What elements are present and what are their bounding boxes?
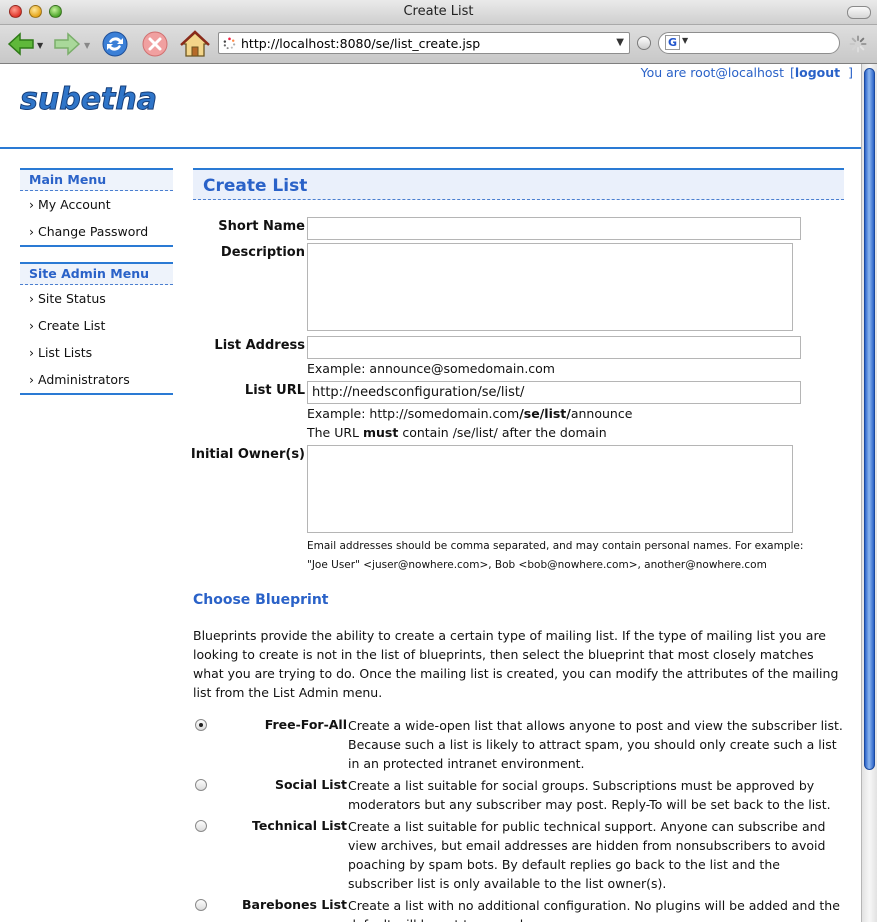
short-name-label: Short Name	[218, 219, 305, 234]
browser-toolbar: ▼ ▼ http://localhost:8080/se/list_create…	[0, 25, 877, 64]
list-url-input[interactable]	[307, 381, 801, 404]
logout-link[interactable]: logout	[795, 65, 840, 80]
change-password-link[interactable]: Change Password	[38, 224, 148, 239]
blueprint-name-free-for-all[interactable]: Free-For-All	[200, 717, 347, 732]
short-name-input[interactable]	[307, 217, 801, 240]
bracket-close: ]	[848, 65, 853, 80]
blueprint-desc-free-for-all: Create a wide-open list that allows anyo…	[348, 718, 843, 771]
loading-spinner-icon	[223, 37, 236, 50]
list-url-example-prefix: Example: http://somedomain.com	[307, 406, 520, 421]
menu-item-create-list[interactable]: › Create List	[20, 312, 173, 339]
back-arrow-icon	[7, 32, 34, 56]
list-address-label: List Address	[214, 338, 305, 353]
choose-blueprint-heading: Choose Blueprint	[193, 592, 329, 608]
blueprint-desc-social-list: Create a list suitable for social groups…	[348, 778, 831, 812]
owners-hint-line-2: "Joe User" <juser@nowhere.com>, Bob <bob…	[307, 559, 767, 571]
blueprint-name-barebones-list[interactable]: Barebones List	[200, 897, 347, 912]
throbber-icon	[849, 35, 867, 53]
blueprint-desc-barebones-list: Create a list with no additional configu…	[348, 898, 840, 922]
reload-button[interactable]	[100, 29, 130, 59]
url-history-dropdown-icon[interactable]: ▼	[616, 37, 624, 48]
window-title: Create List	[403, 4, 474, 19]
page-content: subetha You are root@localhost [logout ]…	[0, 64, 861, 922]
list-url-label: List URL	[244, 383, 305, 398]
blueprint-name-technical-list[interactable]: Technical List	[200, 818, 347, 833]
forward-button[interactable]	[52, 29, 82, 59]
search-bar[interactable]: G ▼	[658, 32, 840, 54]
forward-history-dropdown-icon[interactable]: ▼	[84, 41, 90, 50]
logged-in-user-text: You are root@localhost	[640, 65, 784, 80]
list-lists-link[interactable]: List Lists	[38, 345, 92, 360]
vertical-scrollbar[interactable]	[861, 64, 877, 922]
reload-icon	[102, 31, 128, 57]
list-url-rule: The URL must contain /se/list/ after the…	[307, 425, 607, 440]
description-label: Description	[220, 245, 305, 260]
scrollbar-thumb[interactable]	[864, 68, 875, 770]
list-url-example: Example: http://somedomain.com/se/list/a…	[307, 406, 632, 421]
blueprint-intro: Blueprints provide the ability to create…	[193, 628, 839, 700]
my-account-link[interactable]: My Account	[38, 197, 111, 212]
site-status-link[interactable]: Site Status	[38, 291, 106, 306]
list-url-example-suffix: announce	[570, 406, 633, 421]
go-button[interactable]	[637, 36, 651, 50]
back-history-dropdown-icon[interactable]: ▼	[37, 41, 43, 50]
home-button[interactable]	[180, 29, 210, 59]
menu-item-administrators[interactable]: › Administrators	[20, 366, 173, 393]
subetha-logo[interactable]: subetha	[20, 76, 170, 120]
address-bar[interactable]: http://localhost:8080/se/list_create.jsp…	[218, 32, 630, 54]
stop-icon	[142, 31, 168, 57]
menu-item-change-password[interactable]: › Change Password	[20, 218, 173, 245]
list-address-hint: Example: announce@somedomain.com	[307, 361, 555, 376]
menu-item-list-lists[interactable]: › List Lists	[20, 339, 173, 366]
initial-owners-textarea[interactable]	[307, 445, 793, 533]
stop-button[interactable]	[140, 29, 170, 59]
toolbar-toggle-button[interactable]	[847, 6, 871, 19]
search-engine-dropdown-icon[interactable]: ▼	[682, 36, 688, 45]
main-menu-title: Main Menu	[20, 170, 173, 191]
menu-item-my-account[interactable]: › My Account	[20, 191, 173, 218]
administrators-link[interactable]: Administrators	[38, 372, 130, 387]
list-url-rule-prefix: The URL	[307, 425, 363, 440]
user-status: You are root@localhost [logout ]	[641, 65, 853, 80]
main-menu: Main Menu › My Account › Change Password	[20, 168, 173, 247]
list-url-example-bold: /se/list/	[519, 406, 571, 421]
page-title: Create List	[203, 176, 308, 196]
google-search-engine-icon[interactable]: G	[665, 35, 680, 50]
header-divider	[0, 147, 861, 149]
blueprint-desc-technical-list: Create a list suitable for public techni…	[348, 819, 826, 891]
list-url-rule-suffix: contain /se/list/ after the domain	[398, 425, 607, 440]
window-titlebar: Create List	[0, 0, 877, 25]
description-textarea[interactable]	[307, 243, 793, 331]
content-title-bar: Create List	[193, 168, 844, 200]
home-icon	[180, 30, 210, 57]
initial-owners-label: Initial Owner(s)	[190, 447, 305, 462]
site-admin-menu: Site Admin Menu › Site Status › Create L…	[20, 262, 173, 395]
owners-hint-line-1: Email addresses should be comma separate…	[307, 540, 804, 552]
forward-arrow-icon	[54, 32, 81, 56]
site-admin-menu-title: Site Admin Menu	[20, 264, 173, 285]
list-url-rule-bold: must	[363, 425, 399, 440]
svg-text:subetha: subetha	[20, 82, 157, 117]
menu-item-site-status[interactable]: › Site Status	[20, 285, 173, 312]
url-text: http://localhost:8080/se/list_create.jsp	[241, 36, 481, 51]
blueprint-name-social-list[interactable]: Social List	[200, 777, 347, 792]
list-address-input[interactable]	[307, 336, 801, 359]
create-list-link[interactable]: Create List	[38, 318, 105, 333]
back-button[interactable]	[6, 29, 36, 59]
